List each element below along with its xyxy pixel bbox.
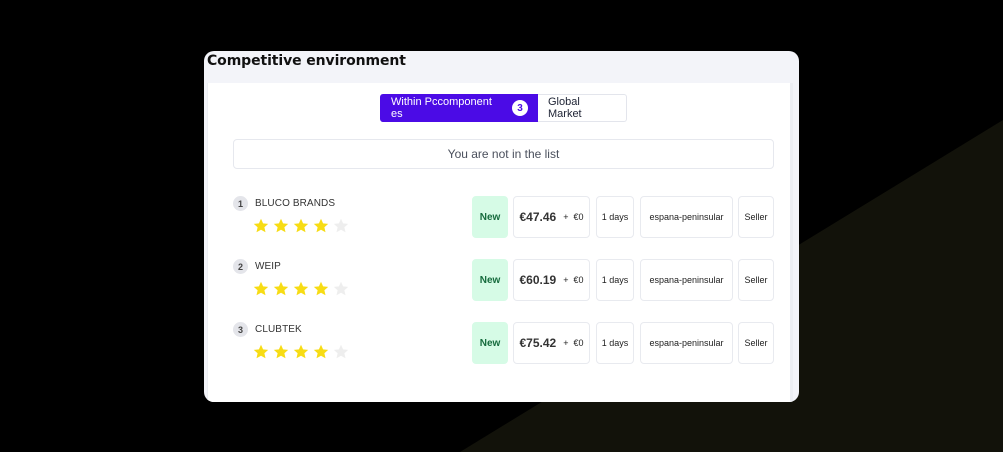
delivery-time: 1 days — [596, 322, 634, 364]
rank-badge: 2 — [233, 259, 248, 274]
shipping-region: espana-peninsular — [640, 196, 733, 238]
tab-count-badge: 3 — [512, 100, 528, 116]
delivery-time: 1 days — [596, 196, 634, 238]
competitor-row: 2 WEIP New €60.19 + €0 1 days espana-peninsular… — [208, 259, 794, 301]
star-filled-icon — [293, 281, 309, 296]
rating-stars — [253, 218, 349, 233]
condition-badge: New — [472, 196, 508, 238]
star-filled-icon — [313, 281, 329, 296]
competitor-row: 3 CLUBTEK New €75.42 + €0 1 days espana-peninsu… — [208, 322, 794, 364]
competitive-environment-card: Competitive environment Within Pccompone… — [204, 51, 799, 402]
price-plus: + — [563, 275, 569, 285]
star-filled-icon — [253, 344, 269, 359]
rank-badge: 3 — [233, 322, 248, 337]
condition-badge: New — [472, 259, 508, 301]
star-filled-icon — [293, 218, 309, 233]
market-tabs: Within Pccomponent es 3 Global Market — [380, 94, 627, 122]
tab-label: Global Market — [548, 96, 582, 120]
tab-label: Within Pccomponent es — [391, 96, 492, 120]
star-filled-icon — [273, 281, 289, 296]
star-filled-icon — [293, 344, 309, 359]
rating-stars — [253, 344, 349, 359]
competitor-name: WEIP — [255, 261, 281, 272]
rating-stars — [253, 281, 349, 296]
not-in-list-notice: You are not in the list — [233, 139, 774, 169]
price-amount: €60.19 — [519, 273, 557, 287]
tab-global-market[interactable]: Global Market — [538, 94, 627, 122]
price-cell: €75.42 + €0 — [513, 322, 590, 364]
competitor-name: CLUBTEK — [255, 324, 302, 335]
shipping-region: espana-peninsular — [640, 322, 733, 364]
star-filled-icon — [313, 344, 329, 359]
shipping-region: espana-peninsular — [640, 259, 733, 301]
competitor-name: BLUCO BRANDS — [255, 198, 336, 209]
shipping-cost: €0 — [573, 212, 584, 222]
seller-type: Seller — [738, 259, 774, 301]
seller-type: Seller — [738, 196, 774, 238]
delivery-time: 1 days — [596, 259, 634, 301]
competitor-row: 1 BLUCO BRANDS New €47.46 + €0 1 days espana-pe… — [208, 196, 794, 238]
star-filled-icon — [253, 218, 269, 233]
shipping-cost: €0 — [573, 275, 584, 285]
star-empty-icon — [333, 344, 349, 359]
competitors-panel: Within Pccomponent es 3 Global Market Yo… — [207, 83, 793, 402]
price-cell: €60.19 + €0 — [513, 259, 590, 301]
star-filled-icon — [253, 281, 269, 296]
star-filled-icon — [273, 344, 289, 359]
price-amount: €75.42 — [519, 336, 557, 350]
tab-within-pccomponent[interactable]: Within Pccomponent es 3 — [380, 94, 538, 122]
star-filled-icon — [273, 218, 289, 233]
card-title: Competitive environment — [207, 53, 406, 69]
star-empty-icon — [333, 281, 349, 296]
seller-type: Seller — [738, 322, 774, 364]
rank-badge: 1 — [233, 196, 248, 211]
star-empty-icon — [333, 218, 349, 233]
condition-badge: New — [472, 322, 508, 364]
price-amount: €47.46 — [519, 210, 557, 224]
price-cell: €47.46 + €0 — [513, 196, 590, 238]
shipping-cost: €0 — [573, 338, 584, 348]
star-filled-icon — [313, 218, 329, 233]
price-plus: + — [563, 338, 569, 348]
price-plus: + — [563, 212, 569, 222]
